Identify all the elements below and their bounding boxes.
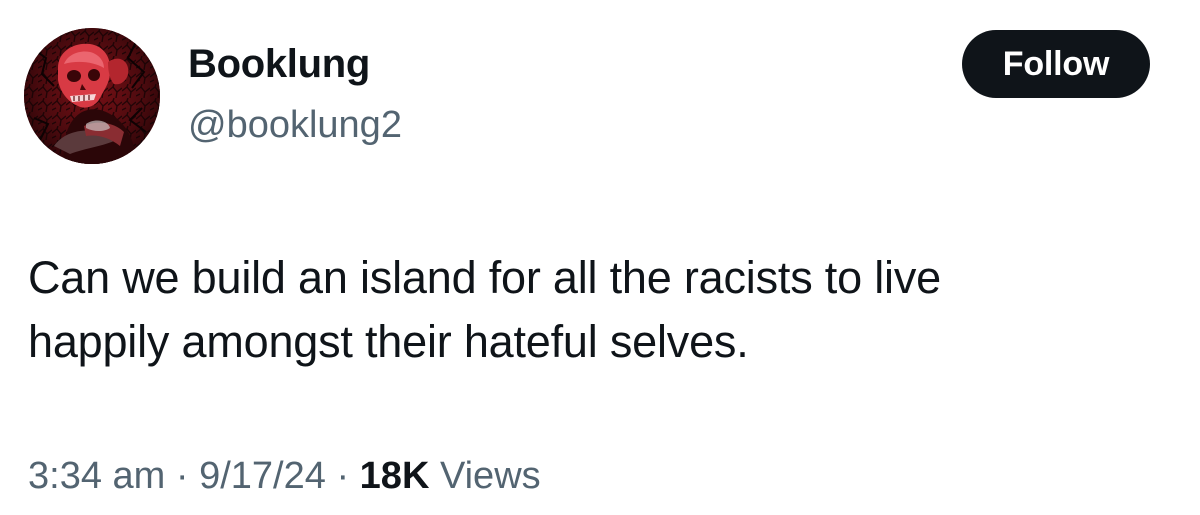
follow-button[interactable]: Follow — [962, 30, 1150, 98]
tweet-time[interactable]: 3:34 am — [28, 455, 165, 497]
tweet-card: Booklung @booklung2 Follow Can we build … — [0, 0, 1200, 515]
views-count[interactable]: 18K — [360, 455, 430, 497]
tweet-text-line: happily amongst their hateful selves. — [28, 316, 749, 367]
meta-separator: · — [175, 455, 189, 497]
tweet-text: Can we build an island for all the racis… — [28, 246, 1168, 374]
display-name[interactable]: Booklung — [188, 38, 370, 90]
user-handle[interactable]: @booklung2 — [188, 100, 402, 150]
avatar[interactable] — [24, 28, 160, 164]
meta-separator: · — [336, 455, 350, 497]
tweet-text-line: Can we build an island for all the racis… — [28, 252, 941, 303]
tweet-meta: 3:34 am · 9/17/24 · 18K Views — [28, 450, 541, 502]
avatar-image — [24, 28, 160, 164]
views-label: Views — [439, 455, 541, 497]
tweet-date[interactable]: 9/17/24 — [199, 455, 326, 497]
